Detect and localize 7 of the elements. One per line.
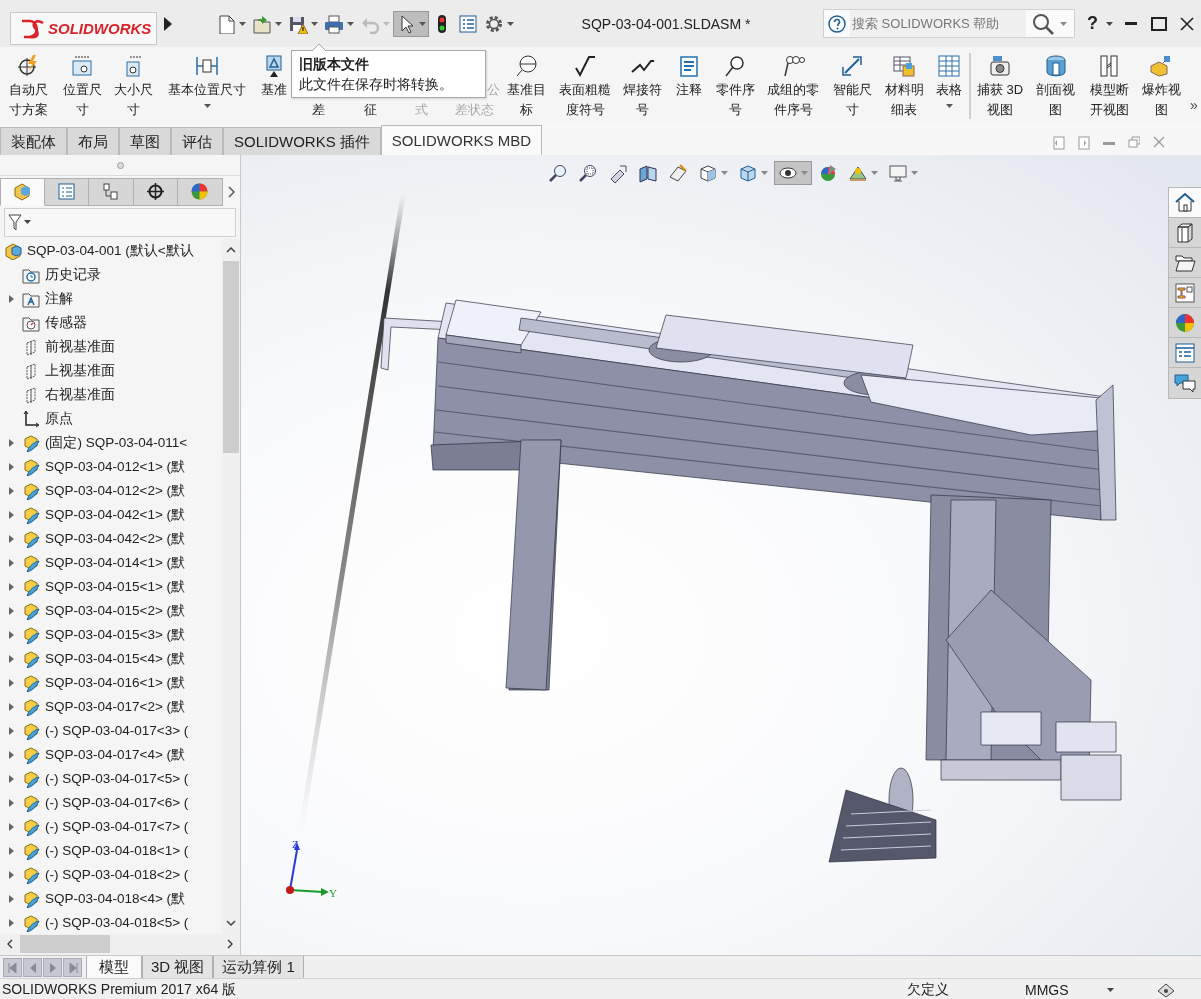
logo-text: SOLIDWORKS	[48, 20, 152, 37]
status-text: 欠定义	[907, 980, 950, 999]
status-text: SOLIDWORKS Premium 2017 x64 版	[2, 980, 237, 999]
window-title: SQP-03-04-001.SLDASM *	[580, 15, 752, 32]
tooltip-title: 旧版本文件	[299, 55, 370, 74]
axis-label: Y	[329, 887, 337, 899]
tooltip-text: 此文件在保存时将转换。	[299, 75, 454, 94]
